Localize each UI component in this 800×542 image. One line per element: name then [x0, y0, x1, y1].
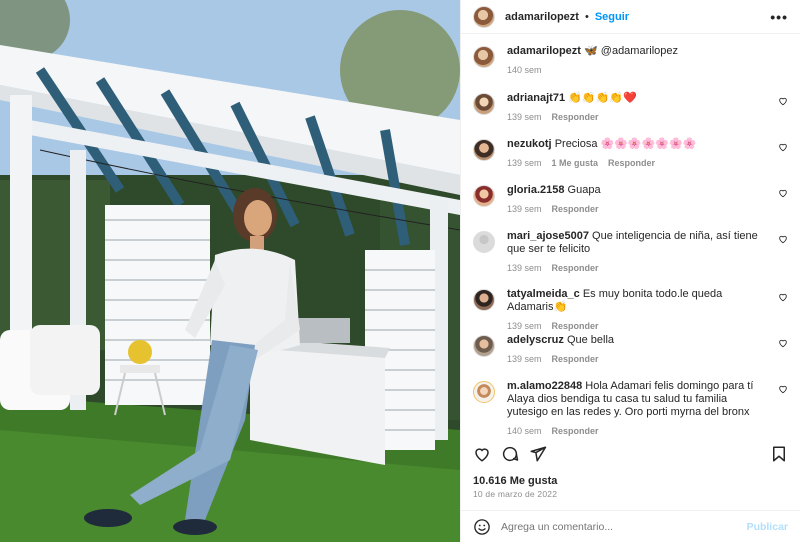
comment-text: Que bella	[566, 334, 615, 346]
commenter-avatar[interactable]	[473, 335, 495, 357]
reply-button[interactable]: Responder	[552, 321, 599, 331]
commenter-avatar[interactable]	[473, 289, 495, 311]
reply-button[interactable]: Responder	[552, 263, 599, 273]
instagram-post-modal: adamarilopezt • Seguir ••• adamarilopezt…	[0, 0, 800, 542]
commenter-avatar[interactable]	[473, 381, 495, 403]
comment-like-heart-icon[interactable]	[778, 234, 788, 244]
comment-item: gloria.2158 Guapa 139 sem Responder	[473, 184, 788, 216]
comment-item: adelyscruz Que bella 139 sem Responder	[473, 334, 788, 366]
comment-composer: Publicar	[461, 510, 800, 542]
reply-button[interactable]: Responder	[552, 354, 599, 364]
commenter-username[interactable]: adelyscruz	[507, 334, 564, 346]
comment-item: adrianajt71 👏👏👏👏❤️ 139 sem Responder	[473, 92, 788, 124]
comment-text: Guapa	[567, 184, 601, 196]
commenter-avatar[interactable]	[473, 185, 495, 207]
author-avatar[interactable]	[473, 5, 495, 28]
post-side-panel: adamarilopezt • Seguir ••• adamarilopezt…	[460, 0, 800, 542]
comment-input[interactable]	[501, 520, 747, 533]
comment-time: 139 sem	[507, 354, 542, 364]
comment-like-heart-icon[interactable]	[778, 96, 788, 106]
share-icon[interactable]	[529, 445, 547, 463]
reply-button[interactable]: Responder	[552, 204, 599, 214]
comment-time: 139 sem	[507, 263, 542, 273]
likes-count[interactable]: 10.616 Me gusta	[473, 475, 557, 487]
caption-avatar[interactable]	[473, 46, 495, 68]
commenter-username[interactable]: nezukotj	[507, 138, 552, 150]
comment-text: Preciosa 🌸🌸🌸🌸🌸🌸🌸	[554, 138, 697, 150]
caption-username[interactable]: adamarilopezt	[507, 45, 581, 57]
comment-like-heart-icon[interactable]	[778, 384, 788, 394]
comment-item: m.alamo22848 Hola Adamari felis domingo …	[473, 380, 788, 437]
separator-dot: •	[584, 10, 589, 23]
comment-item: tatyalmeida_c Es muy bonita todo.le qued…	[473, 288, 788, 333]
commenter-avatar[interactable]	[473, 139, 495, 161]
comment-time: 139 sem	[507, 158, 542, 168]
commenter-username[interactable]: gloria.2158	[507, 184, 564, 196]
commenter-username[interactable]: mari_ajose5007	[507, 230, 589, 242]
bookmark-icon[interactable]	[770, 445, 788, 463]
follow-button[interactable]: Seguir	[595, 11, 629, 23]
caption: adamarilopezt 🦋 @adamarilopez 140 sem	[473, 45, 788, 77]
caption-time: 140 sem	[507, 65, 542, 75]
emoji-icon[interactable]	[473, 518, 491, 536]
comment-item: nezukotj Preciosa 🌸🌸🌸🌸🌸🌸🌸 139 sem 1 Me gu…	[473, 138, 788, 170]
post-date[interactable]: 10 de marzo de 2022	[473, 489, 557, 499]
comment-time: 139 sem	[507, 321, 542, 331]
commenter-username[interactable]: tatyalmeida_c	[507, 288, 580, 300]
reply-button[interactable]: Responder	[552, 112, 599, 122]
comment-like-heart-icon[interactable]	[778, 338, 788, 348]
photo-illustration	[0, 0, 460, 542]
commenter-avatar[interactable]	[473, 93, 495, 115]
comments-list[interactable]: adamarilopezt 🦋 @adamarilopez 140 sem ad…	[461, 35, 800, 437]
more-options-icon[interactable]: •••	[770, 9, 788, 25]
comment-item: mari_ajose5007 Que inteligencia de niña,…	[473, 230, 788, 275]
post-header: adamarilopezt • Seguir •••	[461, 0, 800, 34]
comment-time: 139 sem	[507, 112, 542, 122]
post-actions-bar	[473, 440, 788, 468]
reply-button[interactable]: Responder	[608, 158, 655, 168]
comment-like-heart-icon[interactable]	[778, 188, 788, 198]
comment-time: 139 sem	[507, 204, 542, 214]
reply-button[interactable]: Responder	[552, 426, 599, 436]
comment-like-heart-icon[interactable]	[778, 292, 788, 302]
comment-like-heart-icon[interactable]	[778, 142, 788, 152]
heart-icon[interactable]	[473, 445, 491, 463]
comment-likes-count[interactable]: 1 Me gusta	[552, 158, 599, 168]
comment-text: 👏👏👏👏❤️	[568, 92, 637, 104]
commenter-username[interactable]: m.alamo22848	[507, 380, 582, 392]
author-username[interactable]: adamarilopezt	[505, 11, 579, 23]
comment-time: 140 sem	[507, 426, 542, 436]
commenter-avatar[interactable]	[473, 231, 495, 253]
post-photo[interactable]	[0, 0, 460, 542]
commenter-username[interactable]: adrianajt71	[507, 92, 565, 104]
comment-icon[interactable]	[501, 445, 519, 463]
caption-text: 🦋 @adamarilopez	[584, 45, 678, 57]
publish-button[interactable]: Publicar	[747, 521, 788, 533]
